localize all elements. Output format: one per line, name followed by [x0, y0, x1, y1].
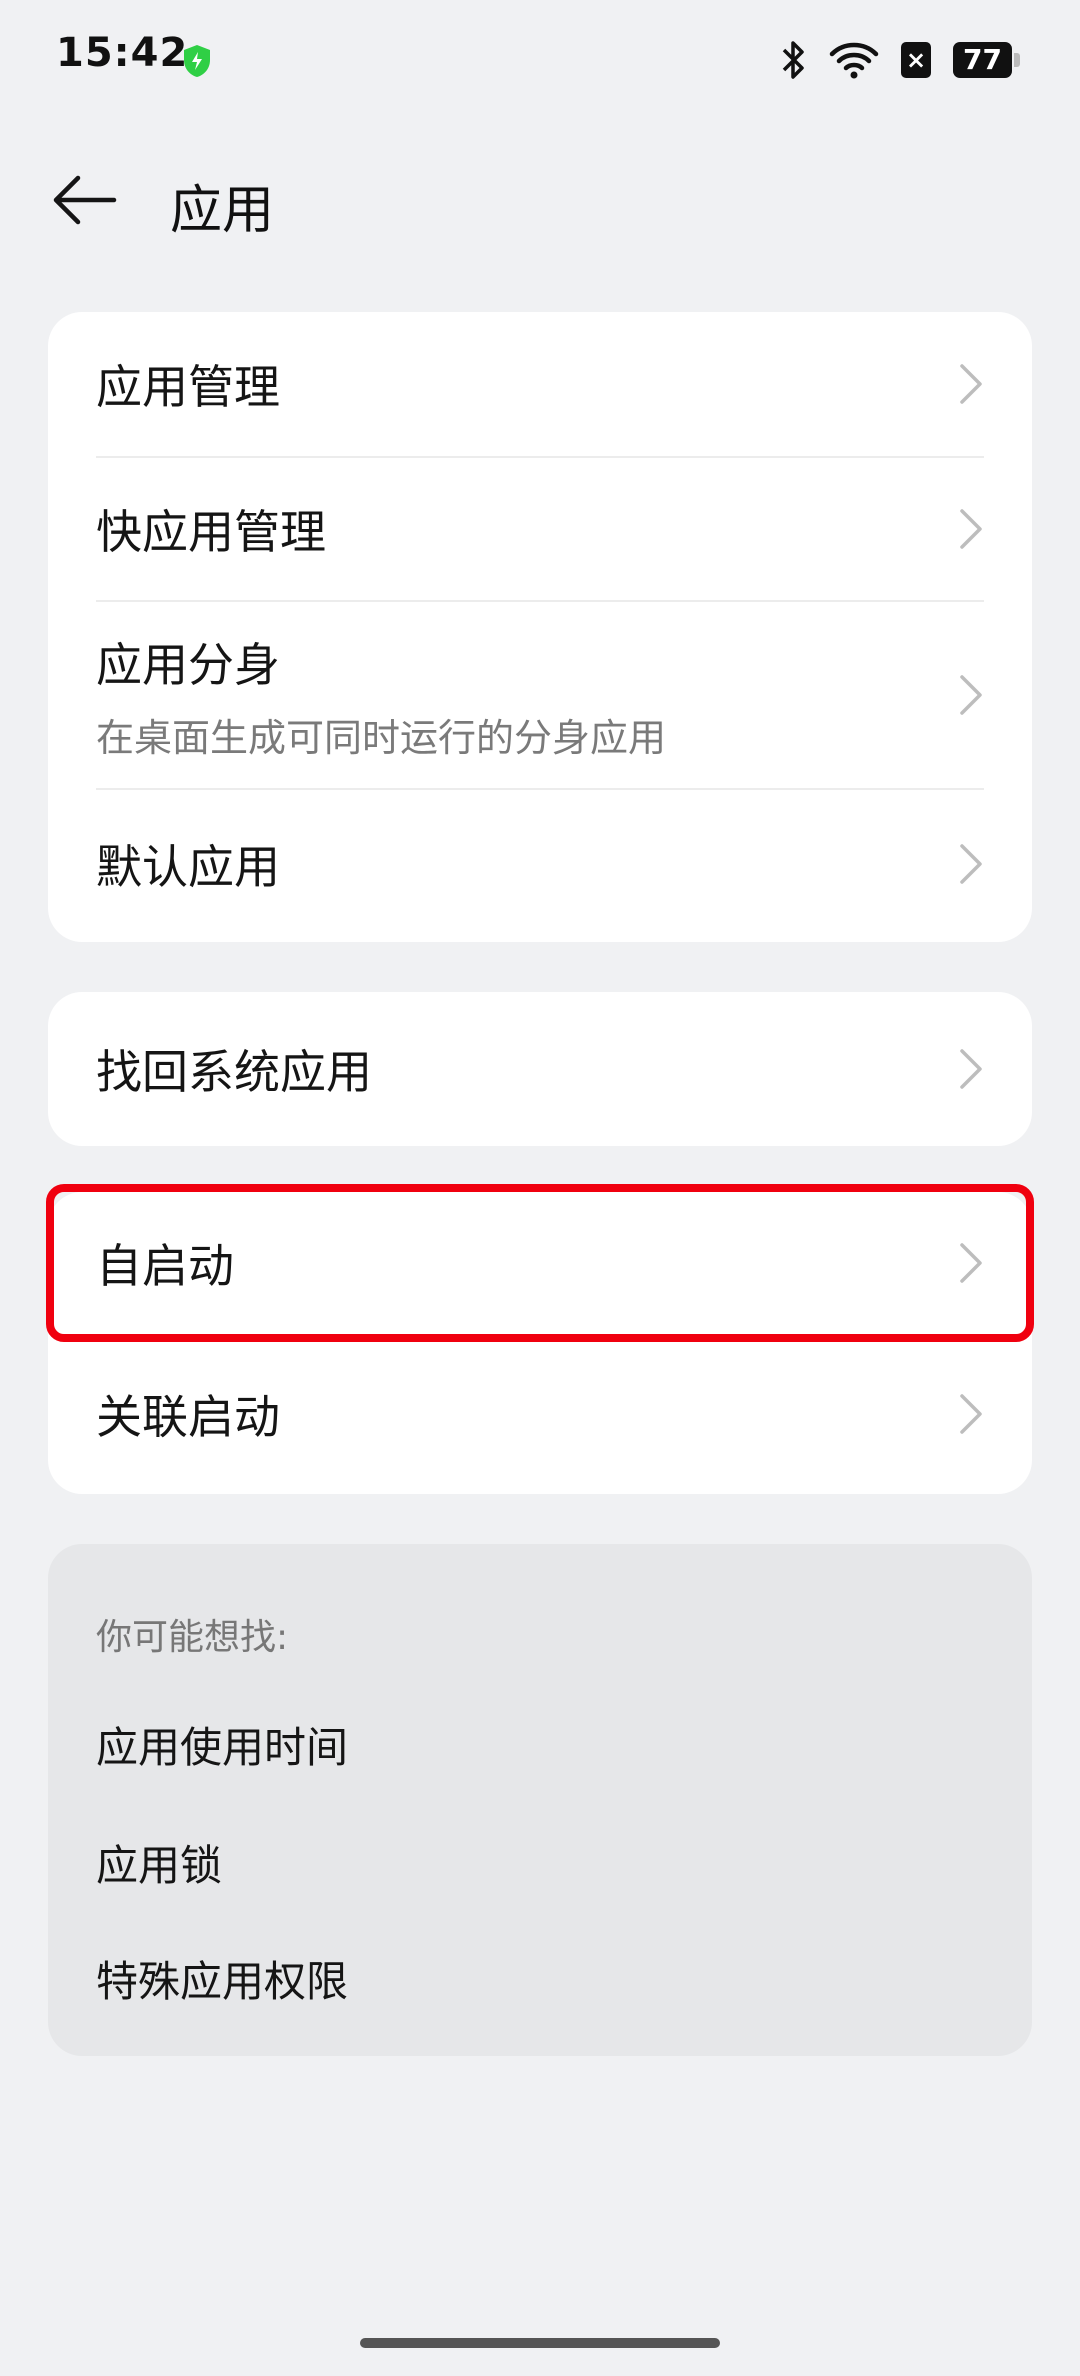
- row-label: 应用分身: [96, 637, 280, 692]
- startup-card: 自启动 关联启动: [48, 1192, 1032, 1494]
- shield-check-icon: [184, 45, 210, 77]
- suggestions-panel: 你可能想找: 应用使用时间 应用锁 特殊应用权限: [48, 1544, 1032, 2056]
- auto-start-item[interactable]: 自启动: [96, 1192, 984, 1334]
- app-management-item[interactable]: 应用管理: [96, 312, 984, 456]
- suggestions-title: 你可能想找:: [96, 1617, 289, 1658]
- default-apps-item[interactable]: 默认应用: [96, 788, 984, 938]
- wifi-icon: [829, 42, 879, 79]
- row-label: 默认应用: [96, 840, 280, 894]
- suggestion-link-app-lock[interactable]: 应用锁: [96, 1832, 222, 1893]
- status-bar: 15:42 × 77: [0, 0, 1080, 120]
- chevron-right-icon: [960, 509, 982, 549]
- home-indicator[interactable]: [360, 2338, 720, 2348]
- suggestion-link-special-permissions[interactable]: 特殊应用权限: [96, 1948, 348, 2009]
- status-time: 15:42: [56, 30, 189, 76]
- row-label: 找回系统应用: [96, 1045, 372, 1099]
- chevron-right-icon: [960, 675, 982, 715]
- row-text: 应用分身 在桌面生成可同时运行的分身应用: [96, 629, 666, 762]
- chevron-right-icon: [960, 844, 982, 884]
- bluetooth-icon: [782, 41, 804, 79]
- back-arrow-icon[interactable]: [48, 170, 120, 230]
- app-clone-item[interactable]: 应用分身 在桌面生成可同时运行的分身应用: [96, 600, 984, 788]
- quick-app-management-item[interactable]: 快应用管理: [96, 456, 984, 600]
- sim-disabled-icon: ×: [901, 42, 932, 78]
- chevron-right-icon: [960, 1394, 982, 1434]
- chevron-right-icon: [960, 364, 982, 404]
- battery-level: 77: [953, 42, 1012, 78]
- restore-apps-card: 找回系统应用: [48, 992, 1032, 1146]
- row-label: 关联启动: [96, 1390, 280, 1444]
- chevron-right-icon: [960, 1049, 982, 1089]
- header: 应用: [0, 150, 1080, 250]
- row-label: 自启动: [96, 1239, 234, 1293]
- page-title: 应用: [170, 181, 275, 241]
- row-label: 快应用管理: [96, 505, 326, 559]
- battery-icon: 77: [953, 42, 1020, 78]
- row-subtitle: 在桌面生成可同时运行的分身应用: [96, 715, 667, 760]
- suggestion-link-app-usage-time[interactable]: 应用使用时间: [96, 1714, 348, 1775]
- chevron-right-icon: [960, 1243, 982, 1283]
- restore-system-apps-item[interactable]: 找回系统应用: [96, 992, 984, 1146]
- associated-start-item[interactable]: 关联启动: [96, 1334, 984, 1494]
- row-label: 应用管理: [96, 360, 280, 414]
- app-settings-card: 应用管理 快应用管理 应用分身 在桌面生成可同时运行的分身应用 默认应用: [48, 312, 1032, 942]
